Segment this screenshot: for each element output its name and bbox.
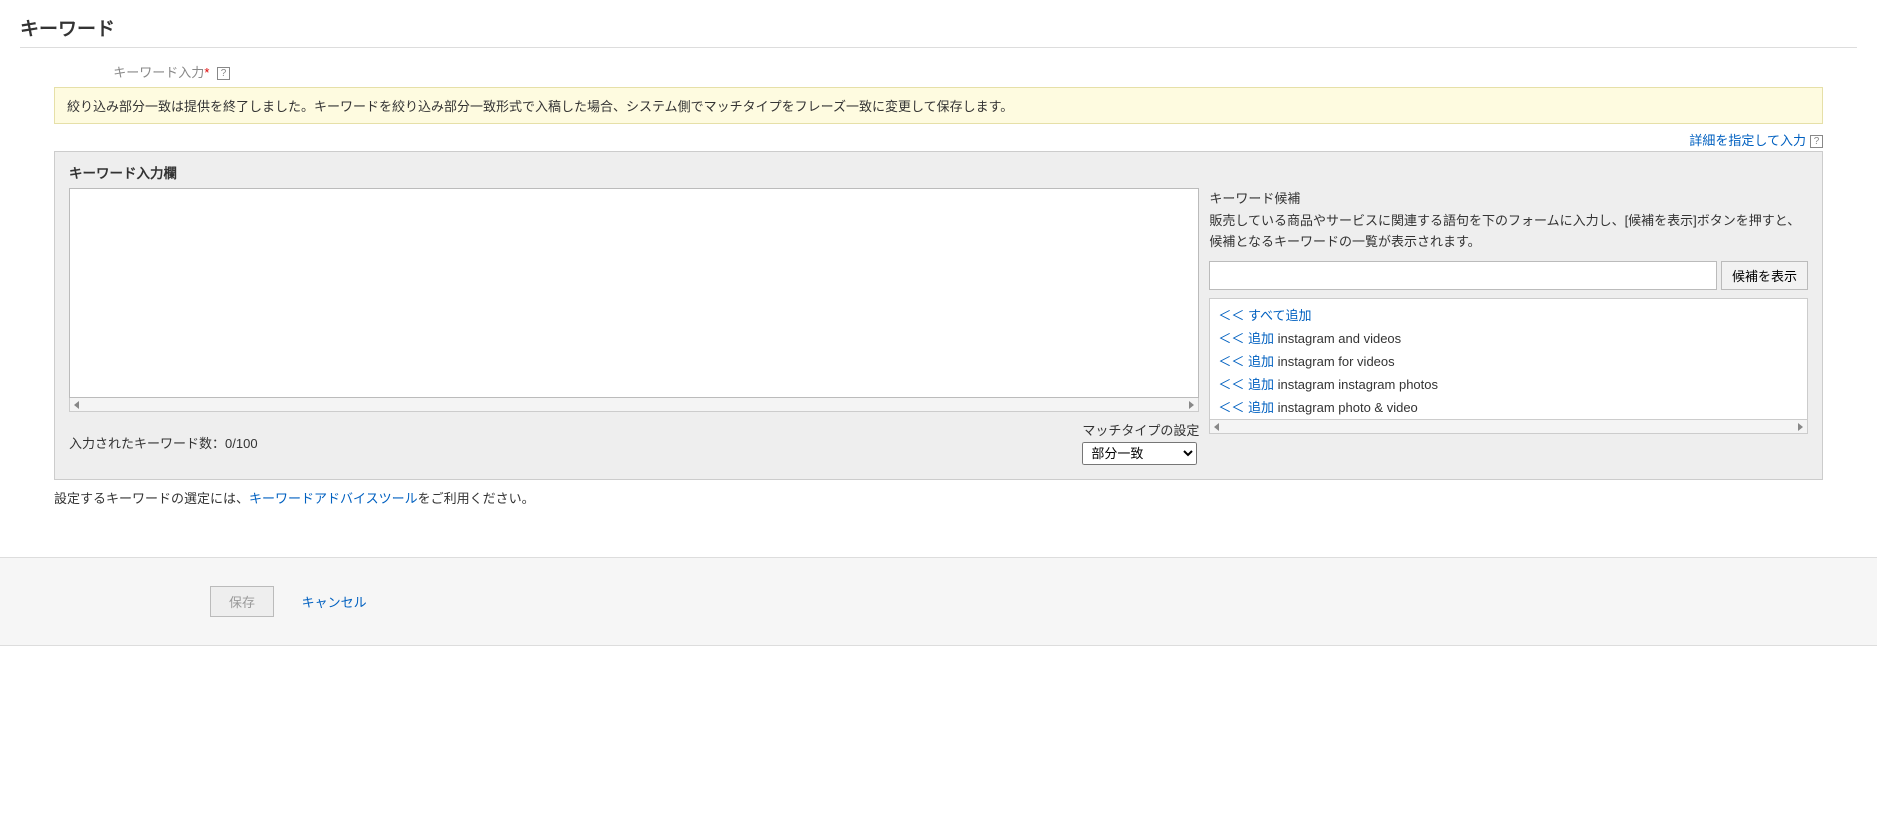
keyword-advice-tool-link[interactable]: キーワードアドバイスツール [249,491,418,506]
keyword-count: 入力されたキーワード数：0/100 [69,433,258,452]
tool-hint-before: 設定するキーワードの選定には、 [54,491,249,506]
keyword-editor-title: キーワード入力欄 [69,162,1808,182]
footer-bar: 保存 キャンセル [0,557,1877,646]
notice-bar: 絞り込み部分一致は提供を終了しました。キーワードを絞り込み部分一致形式で入稿した… [54,87,1823,124]
count-label: 入力されたキーワード数： [69,436,225,451]
save-button[interactable]: 保存 [210,586,274,617]
help-icon[interactable]: ? [217,67,230,80]
show-candidates-button[interactable]: 候補を表示 [1721,261,1808,290]
candidate-title: キーワード候補 [1209,188,1808,207]
help-icon[interactable]: ? [1810,135,1823,148]
detail-input-link[interactable]: 詳細を指定して入力 [1689,133,1806,148]
required-mark: * [204,65,209,80]
count-value: 0/100 [225,436,258,451]
candidate-list[interactable]: ＜＜ すべて追加 ＜＜ 追加 instagram and videos＜＜ 追加… [1209,298,1808,420]
candidate-desc: 販売している商品やサービスに関連する語句を下のフォームに入力し、[候補を表示]ボ… [1209,211,1808,253]
match-type-label: マッチタイプの設定 [1082,423,1199,438]
candidate-search-input[interactable] [1209,261,1717,290]
page-title: キーワード [20,14,1857,41]
candidate-item[interactable]: ＜＜ 追加 instagram and videos [1218,326,1799,349]
candidate-hscrollbar[interactable] [1209,420,1808,434]
textarea-hscrollbar[interactable] [69,398,1199,412]
candidate-add-all[interactable]: ＜＜ すべて追加 [1218,303,1799,326]
tool-hint-after: をご利用ください。 [418,491,535,506]
match-type-select[interactable]: 部分一致 [1082,442,1197,465]
keyword-input-label: キーワード入力* ? [20,62,230,81]
keyword-textarea[interactable] [69,188,1199,398]
candidate-item[interactable]: ＜＜ 追加 instagram photo & video [1218,395,1799,418]
keyword-editor-panel: キーワード入力欄 入力されたキーワード数：0/100 マッチタイプの設定 部分一… [54,151,1823,480]
divider [20,47,1857,48]
keyword-input-label-row: キーワード入力* ? [20,62,1857,81]
candidate-item[interactable]: ＜＜ 追加 instagram for videos [1218,349,1799,372]
label-text: キーワード入力 [113,65,204,80]
tool-hint: 設定するキーワードの選定には、キーワードアドバイスツールをご利用ください。 [54,488,1823,507]
candidate-item[interactable]: ＜＜ 追加 instagram instagram photos [1218,372,1799,395]
cancel-link[interactable]: キャンセル [302,595,367,610]
